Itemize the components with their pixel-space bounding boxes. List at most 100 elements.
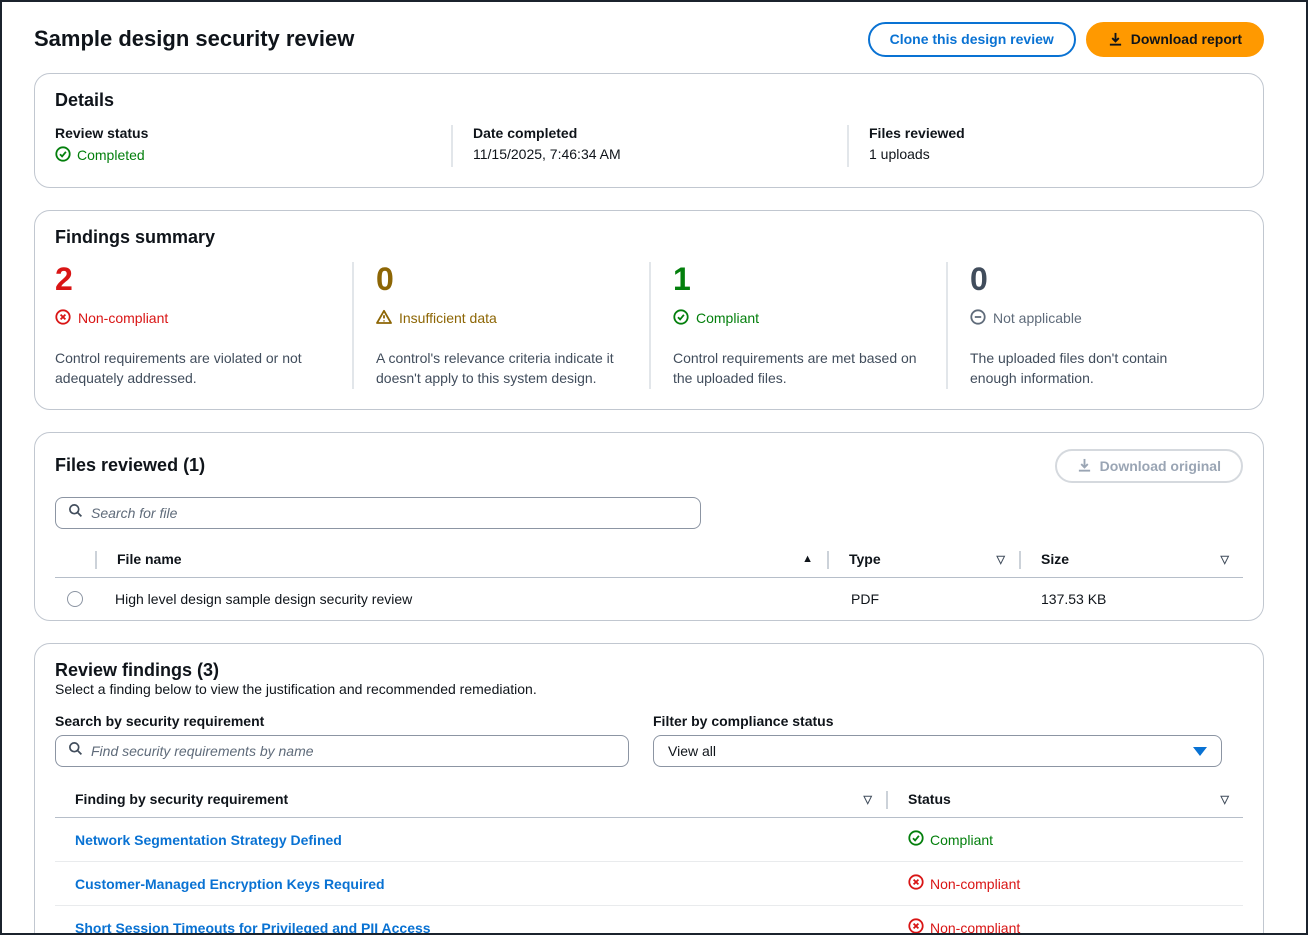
file-name-header-label: File name [117,551,182,567]
summary-compliant: 1 Compliant Control requirements are met… [649,262,946,389]
compliance-filter-value: View all [668,743,716,759]
file-name-column-header[interactable]: File name ▲ [97,543,827,577]
row-radio-button[interactable] [67,591,83,607]
findings-summary-grid: 2 Non-compliant Control requirements are… [55,262,1243,389]
findings-summary-card: Findings summary 2 Non-compliant Control… [34,210,1264,410]
header-actions: Clone this design review Download report [868,22,1264,57]
clone-design-review-button[interactable]: Clone this design review [868,22,1076,57]
review-status-text: Completed [77,147,145,163]
finding-cell: Customer-Managed Encryption Keys Require… [55,864,888,904]
findings-summary-heading: Findings summary [55,227,1243,248]
non-compliant-label: Non-compliant [78,310,168,326]
findings-table: Finding by security requirement ▽ Status… [55,783,1243,935]
status-column-header[interactable]: Status ▽ [888,783,1243,817]
not-applicable-description: The uploaded files don't contain enough … [970,348,1215,389]
compliance-filter-label: Filter by compliance status [653,713,1222,729]
insufficient-data-status: Insufficient data [376,309,621,328]
files-reviewed-header: Files reviewed (1) Download original [55,449,1243,484]
files-reviewed-heading: Files reviewed (1) [55,455,205,476]
search-icon [68,503,83,523]
date-completed-value: 11/15/2025, 7:46:34 AM [473,146,823,162]
date-completed-field: Date completed 11/15/2025, 7:46:34 AM [451,125,847,167]
finding-header-label: Finding by security requirement [75,791,288,807]
files-reviewed-label: Files reviewed [869,125,1219,141]
compliant-label: Compliant [696,310,759,326]
summary-not-applicable: 0 Not applicable The uploaded files don'… [946,262,1243,389]
finding-row[interactable]: Short Session Timeouts for Privileged an… [55,905,1243,935]
finding-column-header[interactable]: Finding by security requirement ▽ [55,783,886,817]
minus-circle-icon [970,309,986,328]
finding-link[interactable]: Network Segmentation Strategy Defined [75,832,342,848]
x-circle-icon [908,918,924,935]
clone-button-label: Clone this design review [890,31,1054,48]
finding-status-cell: Non-compliant [888,862,1243,905]
type-column-header[interactable]: Type ▽ [829,543,1019,577]
dropdown-caret-icon [1193,747,1207,756]
compliance-filter-select[interactable]: View all [653,735,1222,767]
finding-row[interactable]: Customer-Managed Encryption Keys Require… [55,861,1243,905]
x-circle-icon [908,874,924,893]
not-applicable-count: 0 [970,262,1215,297]
details-grid: Review status Completed Date completed 1… [55,125,1243,167]
review-findings-controls: Search by security requirement Filter by… [55,713,1243,767]
file-search-box [55,497,701,529]
file-type-cell: PDF [831,578,1021,620]
finding-status-text: Compliant [930,832,993,848]
files-reviewed-field: Files reviewed 1 uploads [847,125,1243,167]
download-icon [1077,458,1092,473]
download-button-label: Download report [1131,31,1242,48]
finding-status: Non-compliant [908,874,1020,893]
search-icon [68,741,83,761]
review-status-field: Review status Completed [55,125,451,167]
insufficient-data-label: Insufficient data [399,310,497,326]
summary-insufficient-data: 0 Insufficient data A control's relevanc… [352,262,649,389]
finding-status-text: Non-compliant [930,876,1020,892]
findings-table-header: Finding by security requirement ▽ Status… [55,783,1243,818]
not-applicable-status: Not applicable [970,309,1215,328]
compliance-filter-group: Filter by compliance status View all [653,713,1222,767]
design-review-page: Sample design security review Clone this… [0,0,1308,935]
non-compliant-count: 2 [55,262,324,297]
sort-icon: ▽ [997,553,1005,566]
finding-row[interactable]: Network Segmentation Strategy Defined Co… [55,818,1243,861]
files-table: File name ▲ Type ▽ Size ▽ High level [55,543,1243,620]
finding-status: Non-compliant [908,918,1020,935]
finding-cell: Short Session Timeouts for Privileged an… [55,908,888,935]
file-search-input[interactable] [91,505,688,521]
selection-column-header [55,552,95,568]
sort-icon: ▽ [1221,793,1229,806]
check-circle-icon [55,146,71,165]
files-reviewed-card: Files reviewed (1) Download original [34,432,1264,622]
review-findings-subheading: Select a finding below to view the justi… [55,681,1243,697]
review-findings-card: Review findings (3) Select a finding bel… [34,643,1264,935]
finding-link[interactable]: Customer-Managed Encryption Keys Require… [75,876,385,892]
file-table-row[interactable]: High level design sample design security… [55,578,1243,620]
size-column-header[interactable]: Size ▽ [1021,543,1243,577]
requirement-search-label: Search by security requirement [55,713,629,729]
finding-status-cell: Non-compliant [888,906,1243,935]
page-title: Sample design security review [34,26,354,52]
review-status-value: Completed [55,146,145,165]
finding-status-cell: Compliant [888,818,1243,861]
sort-icon: ▽ [864,793,872,806]
type-header-label: Type [849,551,881,567]
insufficient-data-count: 0 [376,262,621,297]
non-compliant-status: Non-compliant [55,309,324,328]
requirement-search-box [55,735,629,767]
check-circle-icon [673,309,689,328]
compliant-description: Control requirements are met based on th… [673,348,918,389]
download-original-button[interactable]: Download original [1055,449,1243,484]
finding-cell: Network Segmentation Strategy Defined [55,820,888,860]
finding-link[interactable]: Short Session Timeouts for Privileged an… [75,920,431,935]
date-completed-label: Date completed [473,125,823,141]
download-icon [1108,32,1123,47]
finding-status: Compliant [908,830,993,849]
review-findings-heading: Review findings (3) [55,660,1243,681]
details-card: Details Review status Completed Date com… [34,73,1264,188]
download-original-label: Download original [1100,458,1221,475]
summary-non-compliant: 2 Non-compliant Control requirements are… [55,262,352,389]
requirement-search-input[interactable] [91,743,616,759]
download-report-button[interactable]: Download report [1086,22,1264,57]
file-name-cell: High level design sample design security… [95,578,831,620]
files-table-header: File name ▲ Type ▽ Size ▽ [55,543,1243,578]
